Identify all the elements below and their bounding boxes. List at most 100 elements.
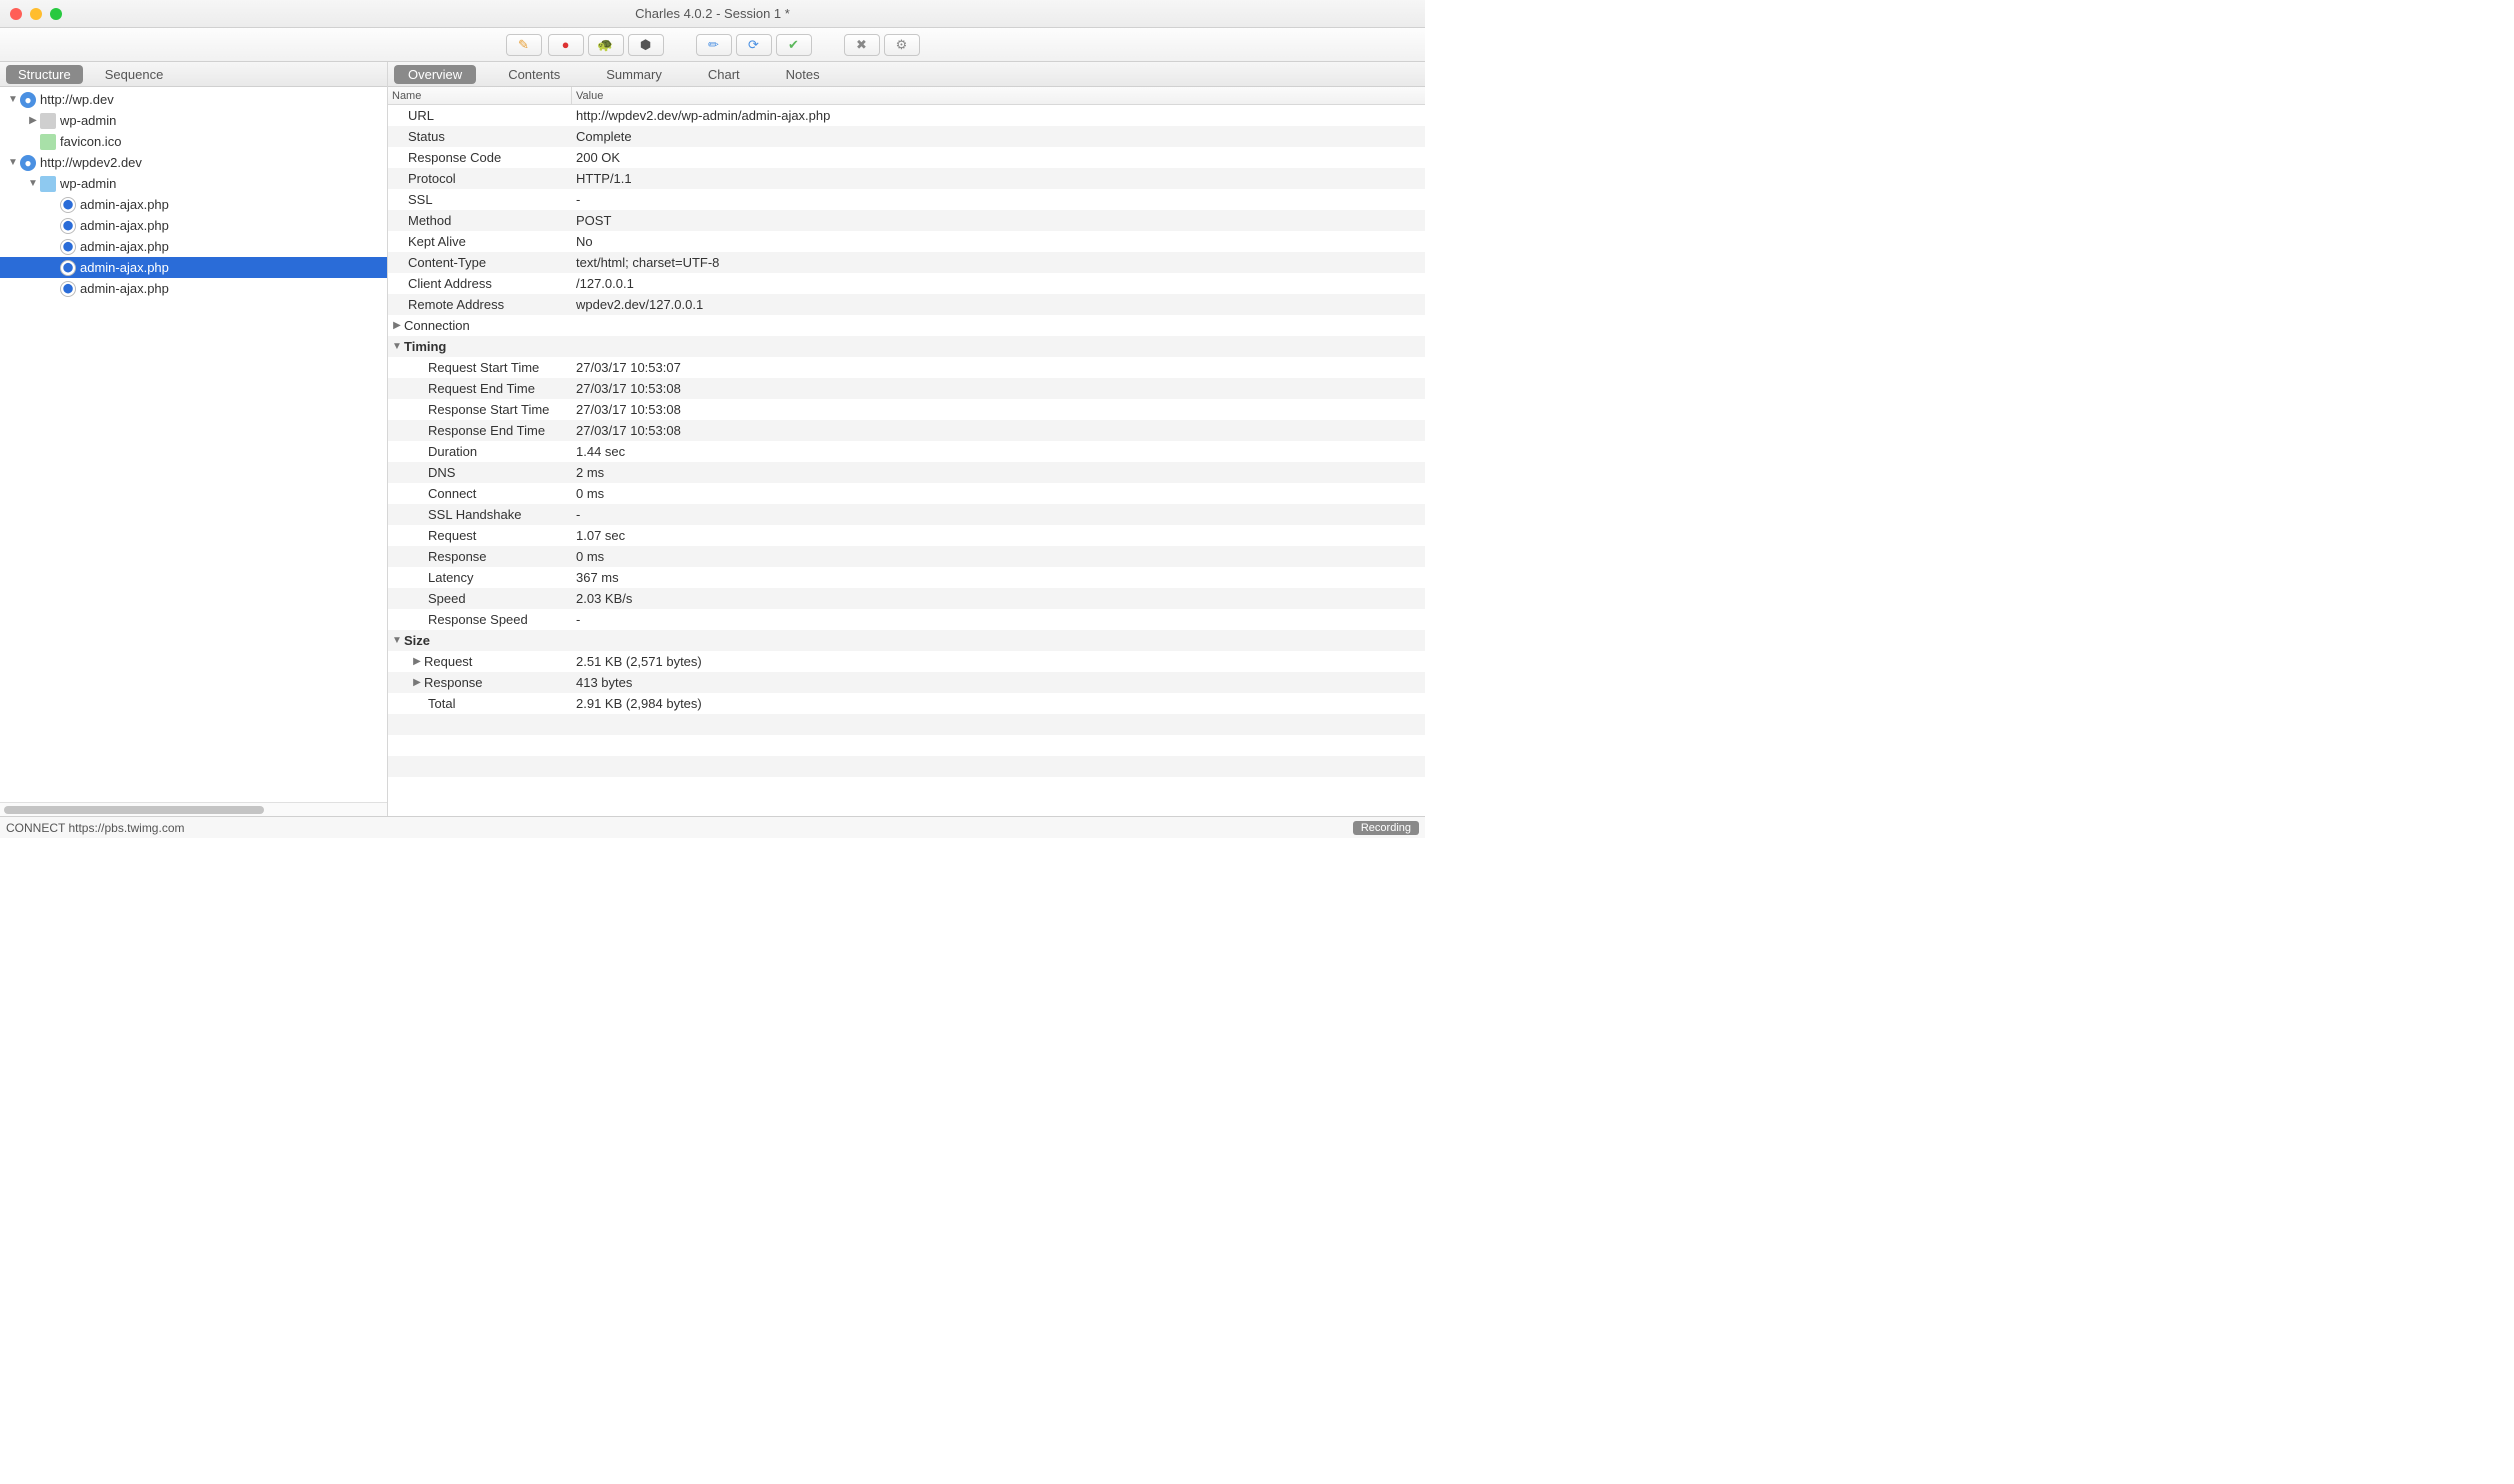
detail-value: 27/03/17 10:53:08 xyxy=(572,381,1425,396)
disclosure-icon[interactable]: ▼ xyxy=(392,635,402,646)
detail-row[interactable]: Content-Typetext/html; charset=UTF-8 xyxy=(388,252,1425,273)
detail-row[interactable]: Client Address/127.0.0.1 xyxy=(388,273,1425,294)
tree-row[interactable]: ⬤admin-ajax.php xyxy=(0,194,387,215)
detail-row[interactable]: Request1.07 sec xyxy=(388,525,1425,546)
throttle-button[interactable]: 🐢 xyxy=(588,34,624,56)
pencil-icon: ✏ xyxy=(708,37,719,53)
detail-row[interactable]: Remote Addresswpdev2.dev/127.0.0.1 xyxy=(388,294,1425,315)
detail-value: 0 ms xyxy=(572,486,1425,501)
detail-value: HTTP/1.1 xyxy=(572,171,1425,186)
detail-row[interactable]: Speed2.03 KB/s xyxy=(388,588,1425,609)
detail-row[interactable]: ▼Timing xyxy=(388,336,1425,357)
tools-button[interactable]: ✖ xyxy=(844,34,880,56)
detail-row[interactable]: SSL Handshake- xyxy=(388,504,1425,525)
detail-row[interactable]: Response0 ms xyxy=(388,546,1425,567)
detail-header: Name Value xyxy=(388,87,1425,105)
disclosure-icon[interactable]: ▼ xyxy=(28,178,38,189)
tree-label: favicon.ico xyxy=(60,134,121,149)
validate-button[interactable]: ✔ xyxy=(776,34,812,56)
tab-sequence[interactable]: Sequence xyxy=(93,65,176,84)
scroll-thumb[interactable] xyxy=(4,806,264,814)
detail-row[interactable]: Connect0 ms xyxy=(388,483,1425,504)
detail-row[interactable]: Kept AliveNo xyxy=(388,231,1425,252)
broom-button[interactable]: ✎ xyxy=(506,34,542,56)
disclosure-icon[interactable]: ▶ xyxy=(412,677,422,688)
tab-structure[interactable]: Structure xyxy=(6,65,83,84)
detail-name: Protocol xyxy=(408,171,456,186)
detail-row[interactable]: ▶Request 2.51 KB (2,571 bytes) xyxy=(388,651,1425,672)
detail-value: 1.07 sec xyxy=(572,528,1425,543)
detail-name: Request xyxy=(424,654,472,669)
tree-row[interactable]: ▼●http://wpdev2.dev xyxy=(0,152,387,173)
disclosure-icon[interactable]: ▶ xyxy=(412,656,422,667)
zoom-icon[interactable] xyxy=(50,8,62,20)
detail-value: 1.44 sec xyxy=(572,444,1425,459)
tools-icon: ✖ xyxy=(856,37,867,53)
detail-row[interactable]: ▶Connection xyxy=(388,315,1425,336)
col-name[interactable]: Name xyxy=(388,87,572,104)
disclosure-icon[interactable]: ▼ xyxy=(8,157,18,168)
tree-label: wp-admin xyxy=(60,176,116,191)
detail-row[interactable]: ▼Size xyxy=(388,630,1425,651)
detail-row[interactable]: Latency367 ms xyxy=(388,567,1425,588)
tab-notes[interactable]: Notes xyxy=(772,65,834,84)
detail-value: - xyxy=(572,612,1425,627)
tree-row[interactable]: ⬤admin-ajax.php xyxy=(0,215,387,236)
tab-summary[interactable]: Summary xyxy=(592,65,676,84)
detail-row[interactable]: Request End Time27/03/17 10:53:08 xyxy=(388,378,1425,399)
minimize-icon[interactable] xyxy=(30,8,42,20)
detail-value: 413 bytes xyxy=(572,675,1425,690)
tree-label: http://wpdev2.dev xyxy=(40,155,142,170)
repeat-button[interactable]: ⟳ xyxy=(736,34,772,56)
settings-button[interactable]: ⚙ xyxy=(884,34,920,56)
detail-row[interactable]: Response Start Time27/03/17 10:53:08 xyxy=(388,399,1425,420)
disclosure-icon[interactable]: ▼ xyxy=(392,341,402,352)
detail-name: Total xyxy=(428,696,455,711)
detail-value: 2.51 KB (2,571 bytes) xyxy=(572,654,1425,669)
tree-row[interactable]: ⬤admin-ajax.php xyxy=(0,236,387,257)
tree-row[interactable]: ▶wp-admin xyxy=(0,110,387,131)
detail-row[interactable]: Response Speed- xyxy=(388,609,1425,630)
detail-row[interactable]: StatusComplete xyxy=(388,126,1425,147)
tree-row[interactable]: favicon.ico xyxy=(0,131,387,152)
detail-row[interactable]: DNS2 ms xyxy=(388,462,1425,483)
empty-row xyxy=(388,714,1425,735)
detail-row[interactable]: Duration1.44 sec xyxy=(388,441,1425,462)
tab-chart[interactable]: Chart xyxy=(694,65,754,84)
disclosure-icon[interactable]: ▼ xyxy=(8,94,18,105)
detail-name: Response End Time xyxy=(428,423,545,438)
compose-button[interactable]: ✏ xyxy=(696,34,732,56)
detail-row[interactable]: Response End Time27/03/17 10:53:08 xyxy=(388,420,1425,441)
close-icon[interactable] xyxy=(10,8,22,20)
detail-row[interactable]: Protocol HTTP/1.1 xyxy=(388,168,1425,189)
detail-row[interactable]: SSL- xyxy=(388,189,1425,210)
detail-row[interactable]: ▶Response413 bytes xyxy=(388,672,1425,693)
tree-row[interactable]: ▼ wp-admin xyxy=(0,173,387,194)
detail-row[interactable]: MethodPOST xyxy=(388,210,1425,231)
detail-name: URL xyxy=(408,108,434,123)
detail-name: Timing xyxy=(404,339,446,354)
tree-row[interactable]: ⬤admin-ajax.php xyxy=(0,257,387,278)
detail-row[interactable]: URLhttp://wpdev2.dev/wp-admin/admin-ajax… xyxy=(388,105,1425,126)
disclosure-icon[interactable]: ▶ xyxy=(392,320,402,331)
session-tree[interactable]: ▼●http://wp.dev▶wp-adminfavicon.ico▼●htt… xyxy=(0,87,387,802)
detail-name: Speed xyxy=(428,591,466,606)
tab-contents[interactable]: Contents xyxy=(494,65,574,84)
toolbar: ✎ ● 🐢 ⬢ ✏ ⟳ ✔ ✖ ⚙ xyxy=(0,28,1425,62)
breakpoints-button[interactable]: ⬢ xyxy=(628,34,664,56)
file-icon: ⬤ xyxy=(60,197,76,213)
tree-row[interactable]: ▼●http://wp.dev xyxy=(0,89,387,110)
status-left: CONNECT https://pbs.twimg.com xyxy=(6,821,185,835)
detail-row[interactable]: Request Start Time27/03/17 10:53:07 xyxy=(388,357,1425,378)
tab-overview[interactable]: Overview xyxy=(394,65,476,84)
detail-row[interactable]: Total2.91 KB (2,984 bytes) xyxy=(388,693,1425,714)
disclosure-icon[interactable]: ▶ xyxy=(28,115,38,126)
detail-rows[interactable]: URLhttp://wpdev2.dev/wp-admin/admin-ajax… xyxy=(388,105,1425,816)
col-value[interactable]: Value xyxy=(572,87,1425,104)
tree-row[interactable]: ⬤admin-ajax.php xyxy=(0,278,387,299)
tree-label: admin-ajax.php xyxy=(80,218,169,233)
record-button[interactable]: ● xyxy=(548,34,584,56)
horizontal-scrollbar[interactable] xyxy=(0,802,387,816)
hex-icon: ⬢ xyxy=(640,37,651,53)
detail-row[interactable]: Response Code200 OK xyxy=(388,147,1425,168)
